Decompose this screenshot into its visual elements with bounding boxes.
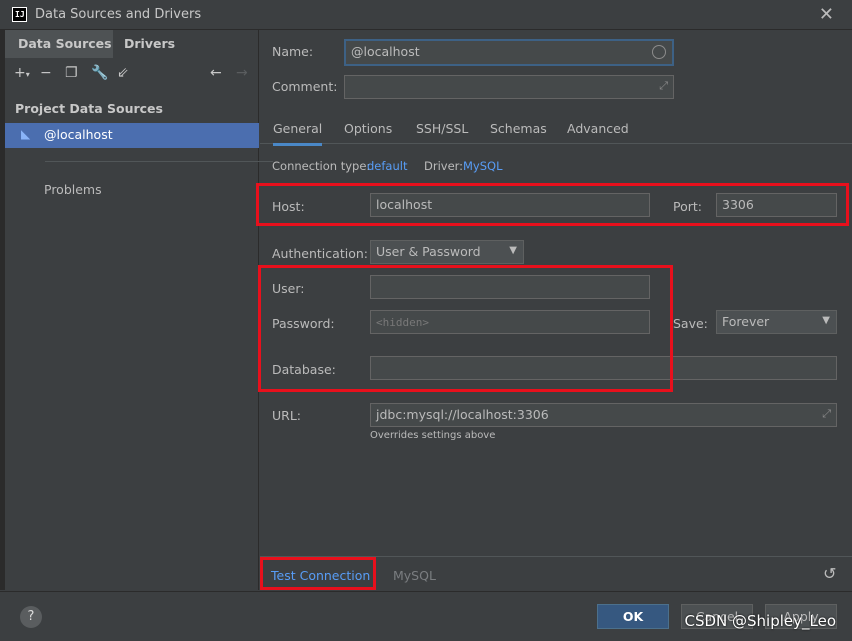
user-label: User: xyxy=(272,281,305,296)
password-label: Password: xyxy=(272,316,335,331)
tab-ssh-ssl[interactable]: SSH/SSL xyxy=(416,121,468,136)
password-input[interactable]: <hidden> xyxy=(370,310,650,334)
left-divider xyxy=(45,161,273,162)
host-label: Host: xyxy=(272,199,305,214)
connection-type-link[interactable]: default xyxy=(367,159,407,173)
name-label: Name: xyxy=(272,44,314,59)
test-connection-link[interactable]: Test Connection xyxy=(271,568,370,583)
ok-button[interactable]: OK xyxy=(597,604,669,629)
save-value: Forever xyxy=(722,314,770,329)
save-label: Save: xyxy=(673,316,708,331)
host-input[interactable]: localhost xyxy=(370,193,650,217)
tab-options[interactable]: Options xyxy=(344,121,392,136)
comment-label: Comment: xyxy=(272,79,338,94)
back-arrow-icon[interactable]: ← xyxy=(210,65,222,81)
footer: ? OK Cancel Apply CSDN @Shipley_Leo xyxy=(0,591,852,641)
tab-schemas[interactable]: Schemas xyxy=(490,121,547,136)
port-label: Port: xyxy=(673,199,702,214)
port-value: 3306 xyxy=(722,197,754,212)
window-title: Data Sources and Drivers xyxy=(35,7,202,22)
project-data-sources-title: Project Data Sources xyxy=(15,101,163,116)
bottom-bar: Test Connection MySQL ↺ xyxy=(260,556,852,591)
color-circle-icon[interactable] xyxy=(652,45,666,59)
left-pane: Data Sources Drivers +▾ − ❐ 🔧 ⇙ ← → Proj… xyxy=(5,30,273,590)
chevron-down-icon: ▼ xyxy=(509,245,517,256)
name-input[interactable]: @localhost xyxy=(344,39,674,66)
data-source-label: @localhost xyxy=(44,127,113,142)
intellij-app-icon: IJ xyxy=(12,7,27,22)
authentication-label: Authentication: xyxy=(272,246,368,261)
password-placeholder: <hidden> xyxy=(376,316,429,329)
problems-item[interactable]: Problems xyxy=(44,182,102,197)
tab-drivers[interactable]: Drivers xyxy=(124,36,175,51)
tab-general[interactable]: General xyxy=(273,121,323,146)
settings-pane: Name: @localhost Comment: ⤢ General Opti… xyxy=(260,30,852,556)
chevron-down-icon: ▼ xyxy=(822,315,830,326)
tab-advanced[interactable]: Advanced xyxy=(567,121,629,136)
copy-icon[interactable]: ❐ xyxy=(65,65,78,81)
authentication-select[interactable]: User & Password ▼ xyxy=(370,240,524,264)
port-input[interactable]: 3306 xyxy=(716,193,837,217)
help-icon[interactable]: ? xyxy=(20,606,42,628)
left-toolbar: +▾ − ❐ 🔧 ⇙ ← → xyxy=(5,65,259,87)
forward-arrow-icon[interactable]: → xyxy=(236,65,248,81)
url-input[interactable]: jdbc:mysql://localhost:3306 ⤢ xyxy=(370,403,837,427)
driver-name-label: MySQL xyxy=(393,568,436,583)
driver-label: Driver: xyxy=(424,159,464,173)
save-select[interactable]: Forever ▼ xyxy=(716,310,837,334)
close-icon[interactable]: ✕ xyxy=(819,4,834,25)
settings-tabs: General Options SSH/SSL Schemas Advanced xyxy=(260,114,852,146)
csdn-watermark: CSDN @Shipley_Leo xyxy=(684,612,836,630)
tab-data-sources[interactable]: Data Sources xyxy=(5,30,113,58)
user-input[interactable] xyxy=(370,275,650,299)
database-label: Database: xyxy=(272,362,336,377)
title-bar: IJ Data Sources and Drivers ✕ xyxy=(0,0,852,30)
expand-icon[interactable]: ⤢ xyxy=(659,79,668,93)
left-tabs: Data Sources Drivers xyxy=(5,30,259,58)
url-hint: Overrides settings above xyxy=(370,430,496,441)
add-icon[interactable]: +▾ xyxy=(14,65,30,81)
host-value: localhost xyxy=(376,197,433,212)
authentication-value: User & Password xyxy=(376,244,481,259)
revert-icon[interactable]: ↺ xyxy=(823,564,836,583)
wrench-icon[interactable]: 🔧 xyxy=(91,65,108,81)
data-source-item[interactable]: ◣ @localhost xyxy=(5,123,259,148)
expand-icon[interactable]: ⤢ xyxy=(822,407,831,421)
remove-icon[interactable]: − xyxy=(40,65,52,81)
connection-type-label: Connection type: xyxy=(272,159,371,173)
url-label: URL: xyxy=(272,408,302,423)
driver-link[interactable]: MySQL xyxy=(463,159,503,173)
import-icon[interactable]: ⇙ xyxy=(117,65,129,81)
comment-input[interactable]: ⤢ xyxy=(344,75,674,99)
database-input[interactable] xyxy=(370,356,837,380)
mysql-dolphin-icon: ◣ xyxy=(21,127,31,141)
url-value: jdbc:mysql://localhost:3306 xyxy=(376,407,549,422)
name-value: @localhost xyxy=(351,44,420,59)
